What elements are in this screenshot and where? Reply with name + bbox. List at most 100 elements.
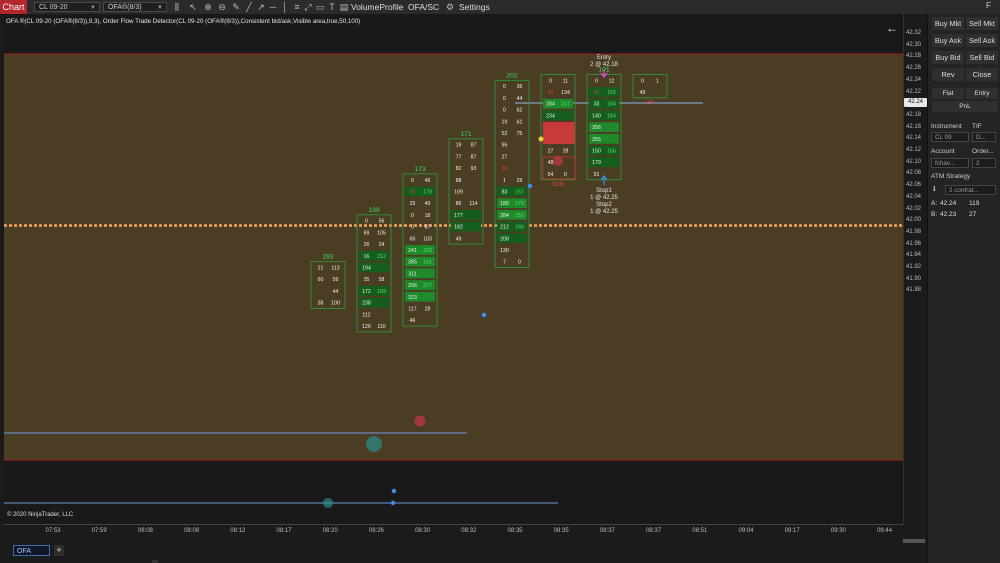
marker-dot (391, 488, 397, 494)
time-label: 08:30 (415, 528, 431, 534)
footprint-ask-value: 212 (377, 254, 386, 260)
footprint-total-label: 202 (506, 72, 518, 79)
account-select[interactable]: fchav... (931, 158, 969, 168)
time-label: 09:30 (830, 528, 846, 534)
bid-label: B: (931, 211, 938, 218)
time-label: 08:51 (692, 528, 708, 534)
footprint-bid-value: 385 (408, 260, 417, 266)
footprint-ask-value: 56 (379, 219, 385, 225)
flat-display: Flat (932, 88, 964, 99)
horizontal-scrollbar[interactable] (903, 539, 925, 543)
footprint-ask-value: 12 (609, 78, 615, 84)
footprint-ask-value: 113 (331, 266, 339, 272)
footprint-ask-value: 141 (423, 260, 432, 266)
footprint-bid-value: 241 (408, 248, 417, 254)
footprint-bid-value: 7 (503, 260, 506, 266)
footprint-ask-value: 247 (561, 102, 570, 108)
time-label: 08:08 (137, 528, 153, 534)
footprint-total-label: 171 (460, 131, 472, 138)
footprint-bid-value: 77 (456, 154, 462, 160)
tif-label: TIF (972, 123, 982, 130)
footprint-bid-value: 0 (595, 78, 598, 84)
footprint-ask-value: 87 (471, 154, 477, 160)
instrument-select[interactable]: CL 09 (931, 132, 969, 142)
price-label: 42.14 (906, 135, 922, 142)
stop2-label: Stop2 (596, 202, 612, 208)
footprint-bid-value: 49 (640, 90, 646, 96)
atm-strategy-label: ATM Strategy (931, 173, 971, 180)
footprint-ask-value: 184 (607, 113, 616, 119)
footprint-bid-value: 238 (362, 301, 371, 307)
footprint-ask-value: 165 (607, 149, 616, 155)
sell-market-button[interactable]: Sell Mkt (966, 17, 998, 30)
close-position-button[interactable]: Close (966, 68, 998, 81)
trade-detector-bubble (366, 436, 382, 452)
price-label: 42.18 (906, 111, 922, 118)
time-label: 09:17 (784, 528, 800, 534)
footprint-bid-value: 177 (454, 213, 463, 219)
footprint-bid-value: 51 (594, 172, 600, 178)
footprint-ask-value: 110 (377, 324, 385, 330)
price-label: 42.26 (906, 65, 922, 72)
footprint-bid-value: 172 (362, 289, 371, 295)
footprint-ask-value: 114 (469, 201, 477, 207)
footprint-bid-value: 0 (365, 219, 368, 225)
footprint-bid-value: 48 (548, 160, 554, 166)
price-label: 41.94 (906, 252, 922, 259)
ask-size: 119 (969, 200, 980, 207)
footprint-bid-value: 19 (502, 119, 508, 125)
atm-strategy-select[interactable]: 2 contrat... (945, 185, 996, 195)
footprint-ask-value: 270 (515, 201, 524, 207)
marker-dot (538, 136, 544, 142)
entry-order-detail: 2 @ 42.18 (590, 62, 618, 68)
tab-ofa[interactable]: OFA (13, 545, 50, 556)
footprint-ask-value: 155 (607, 90, 616, 96)
footprint-bar-outline (632, 74, 668, 99)
stop2-detail: 1 @ 42.25 (590, 209, 618, 215)
trade-detector-bubble (553, 156, 563, 166)
price-label: 42.22 (906, 88, 922, 95)
footprint-bid-value: 25 (410, 201, 416, 207)
price-label: 42.00 (906, 217, 922, 224)
footprint-bid-value: 140 (592, 113, 601, 119)
footprint-bid-value: 19 (456, 143, 462, 149)
stop-arrow-icon (600, 175, 608, 185)
price-label: 42.04 (906, 193, 922, 200)
footprint-bid-value: 0 (549, 78, 552, 84)
footprint-ask-value: 58 (379, 277, 385, 283)
reverse-button[interactable]: Rev (932, 68, 964, 81)
order-quantity-input[interactable]: 2 (972, 158, 996, 168)
footprint-bid-value: 0 (411, 225, 414, 231)
buy-market-button[interactable]: Buy Mkt (932, 17, 964, 30)
bid-size: 27 (969, 211, 977, 218)
add-tab-button[interactable]: + (54, 545, 64, 556)
footprint-bid-value: 38 (502, 166, 508, 172)
footprint-ask-value: 0 (564, 172, 567, 178)
trade-detector-bubble (414, 415, 426, 427)
tif-select[interactable]: D... (972, 132, 996, 142)
buy-ask-button[interactable]: Buy Ask (932, 34, 964, 47)
sell-bid-button[interactable]: Sell Bid (966, 51, 998, 64)
footprint-bid-value: 117 (408, 306, 416, 312)
footprint-bid-value: 0 (503, 84, 506, 90)
sell-ask-button[interactable]: Sell Ask (966, 34, 998, 47)
footprint-bid-value: 0 (503, 108, 506, 114)
footprint-ask-value: 134 (561, 90, 570, 96)
price-label: 41.90 (906, 275, 922, 282)
footprint-ask-value: 46 (425, 178, 431, 184)
footprint-ask-value: 59 (333, 277, 339, 283)
footprint-bid-value: 35 (364, 277, 370, 283)
footprint-bid-value: 65 (410, 236, 416, 242)
footprint-bid-value: 95 (502, 143, 508, 149)
footprint-bid-value: 33 (594, 102, 600, 108)
footprint-delta-label: 626 (552, 181, 564, 188)
footprint-ask-value: 157 (515, 189, 524, 195)
footprint-bid-value: 16 (364, 254, 370, 260)
chart-overlay: 21 11360 594438 1002830 5669 10526 2416 2121943… (4, 53, 903, 527)
price-label: 42.08 (906, 170, 922, 177)
buy-bid-button[interactable]: Buy Bid (932, 51, 964, 64)
price-label: 42.16 (906, 123, 922, 130)
footprint-bid-value: 88 (456, 178, 462, 184)
info-icon[interactable]: ℹ (933, 185, 936, 193)
footprint-bid-value: 27 (502, 154, 508, 160)
